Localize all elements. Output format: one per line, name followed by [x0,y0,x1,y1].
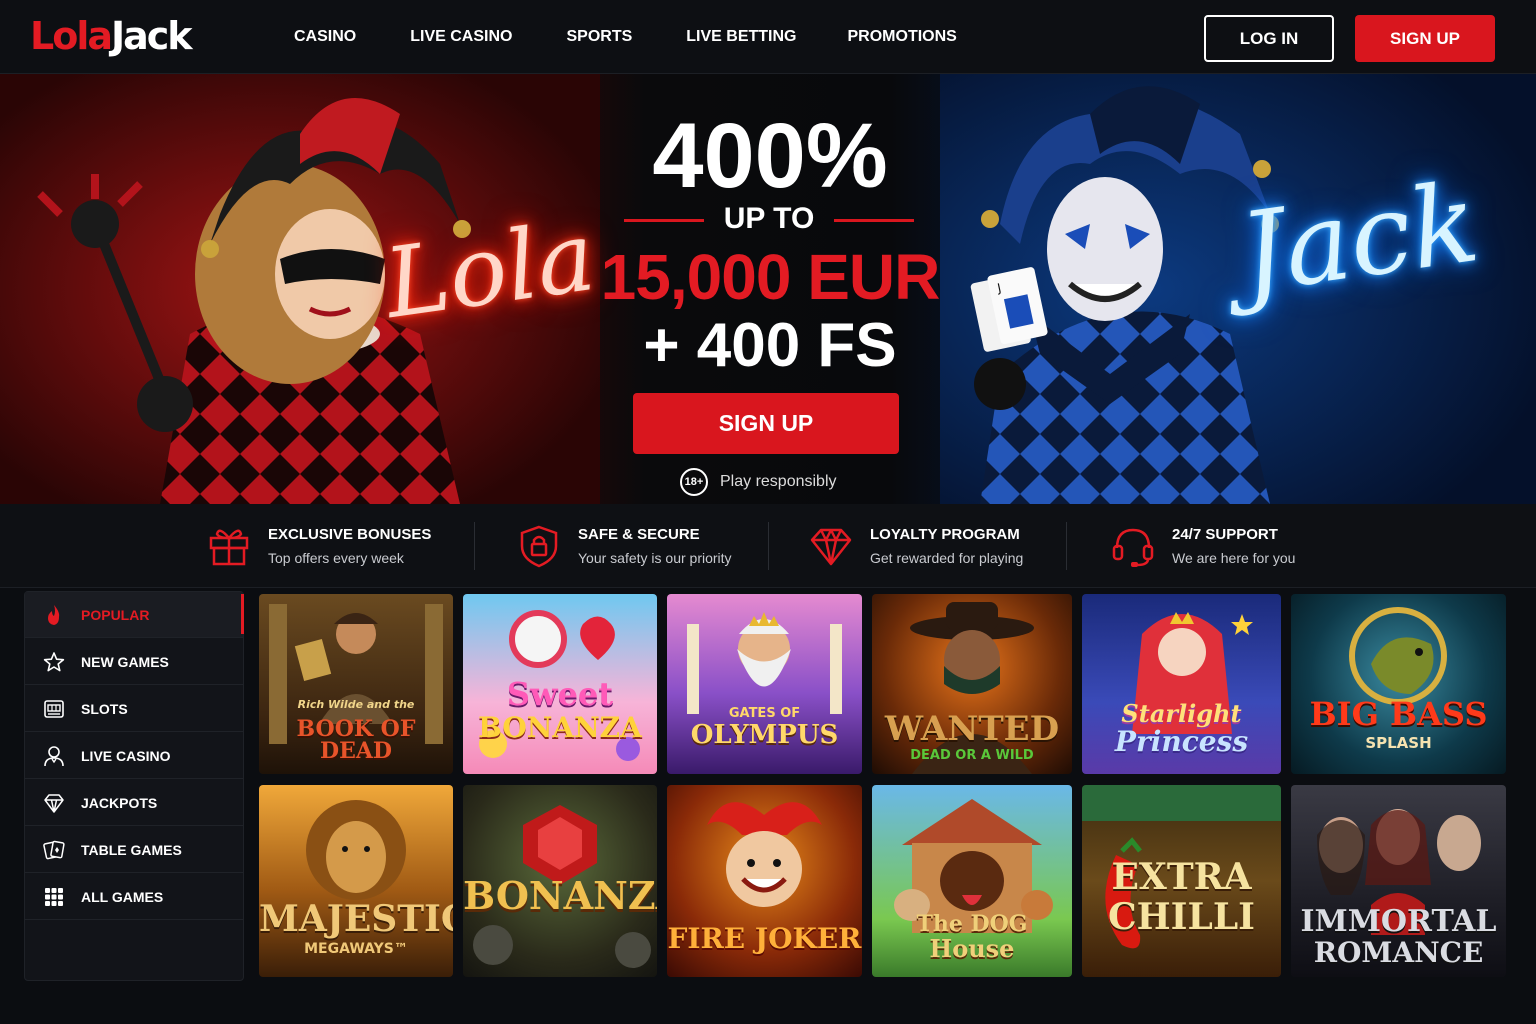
feature-title: LOYALTY PROGRAM [870,526,1020,543]
nav-live-betting[interactable]: LIVE BETTING [686,28,796,46]
cards-icon [43,840,65,860]
bonus-percent: 400% [652,105,888,207]
game-title: IMMORTAL [1300,904,1497,939]
game-title: BONANZA [463,873,657,918]
game-title: BOOK OF DEAD [296,716,416,764]
game-tile-bonanza[interactable]: BONANZA [463,785,657,977]
star-icon [43,652,65,672]
sidebar-item-label: POPULAR [81,607,150,623]
game-title: The DOG [916,911,1028,937]
sidebar-item-table-games[interactable]: TABLE GAMES [25,827,243,873]
game-tile-big-bass-splash[interactable]: BIG BASS SPLASH [1291,594,1506,774]
feature-divider [474,522,475,570]
game-title: WANTED [884,709,1060,749]
game-title: Sweet [506,675,614,713]
slot-machine-icon [44,700,64,718]
sidebar-item-label: NEW GAMES [81,654,169,670]
features-bar: EXCLUSIVE BONUSES Top offers every week … [0,504,1536,588]
game-subtitle: BONANZA [478,711,642,744]
game-subtitle: SPLASH [1365,734,1432,752]
game-subtitle: CHILLI [1108,896,1255,938]
login-button[interactable]: LOG IN [1204,15,1334,62]
game-tile-majestic-megaways[interactable]: MAJESTIC MEGAWAYS™ [259,785,453,977]
category-sidebar: POPULAR NEW GAMES SLOTS LIVE CASINO JACK… [24,591,244,981]
up-to-row: UP TO [624,202,914,236]
grid-icon [45,888,63,906]
hero-signup-button[interactable]: SIGN UP [633,393,899,454]
headset-icon [1112,528,1154,567]
nav-sports[interactable]: SPORTS [566,28,632,46]
sidebar-item-label: ALL GAMES [81,889,164,905]
game-tile-wanted-dead-or-a-wild[interactable]: WANTED DEAD OR A WILD [872,594,1072,774]
diamond-icon [810,528,852,566]
game-tile-the-dog-house[interactable]: The DOG House [872,785,1072,977]
feature-subtitle: Get rewarded for playing [870,550,1024,566]
shield-lock-icon [520,525,558,568]
bonus-offer: 400% UP TO 15,000 EUR + 400 FS SIGN UP 1… [600,74,940,504]
main-nav: CASINO LIVE CASINO SPORTS LIVE BETTING P… [294,28,957,46]
game-title: OLYMPUS [690,720,839,750]
diamond-icon [44,794,64,813]
sidebar-item-label: SLOTS [81,701,128,717]
feature-divider [1066,522,1067,570]
game-tile-starlight-princess[interactable]: Starlight Princess [1082,594,1281,774]
header-signup-button[interactable]: SIGN UP [1355,15,1495,62]
dealer-icon [44,746,64,767]
sidebar-item-popular[interactable]: POPULAR [25,592,244,638]
feature-divider [768,522,769,570]
game-title: BIG BASS [1309,695,1488,733]
top-header: LolaJack CASINO LIVE CASINO SPORTS LIVE … [0,0,1536,74]
nav-promotions[interactable]: PROMOTIONS [848,28,957,46]
sidebar-item-new-games[interactable]: NEW GAMES [25,639,243,685]
feature-subtitle: We are here for you [1172,550,1296,566]
logo-part-lola: Lola [30,14,113,58]
game-subtitle: GATES OF [728,706,801,721]
game-title: MAJESTIC [259,898,453,940]
logo-part-jack: Jack [111,14,193,58]
game-tile-sweet-bonanza[interactable]: Sweet BONANZA [463,594,657,774]
nav-casino[interactable]: CASINO [294,28,356,46]
game-tile-fire-joker[interactable]: FIRE JOKER [667,785,862,977]
game-title: FIRE JOKER [667,922,862,955]
responsible-text: Play responsibly [720,473,837,490]
feature-subtitle: Top offers every week [268,550,404,566]
feature-subtitle: Your safety is our priority [578,550,732,566]
site-logo[interactable]: LolaJack [30,14,193,58]
sidebar-item-jackpots[interactable]: JACKPOTS [25,780,243,826]
game-subtitle: House [929,934,1015,963]
game-tile-extra-chilli[interactable]: EXTRA CHILLI [1082,785,1281,977]
divider-right [834,219,914,222]
game-tile-immortal-romance[interactable]: IMMORTAL ROMANCE [1291,785,1506,977]
sidebar-item-slots[interactable]: SLOTS [25,686,243,732]
nav-live-casino[interactable]: LIVE CASINO [410,28,512,46]
sidebar-item-live-casino[interactable]: LIVE CASINO [25,733,243,779]
game-subtitle: DEAD OR A WILD [910,748,1034,763]
game-title: Starlight [1121,699,1242,728]
sidebar-item-label: JACKPOTS [81,795,158,811]
feature-title: 24/7 SUPPORT [1172,526,1278,543]
fire-icon [48,605,60,625]
game-subtitle: ROMANCE [1313,936,1484,969]
hero-banner: Lola J Jack 400% UP TO 15,000 EUR + 400 … [0,74,1536,504]
sidebar-item-all-games[interactable]: ALL GAMES [25,874,243,920]
game-tile-book-of-dead[interactable]: Rich Wilde and the BOOK OF DEAD [259,594,453,774]
free-spins: + 400 FS [643,311,897,380]
game-tile-gates-of-olympus[interactable]: GATES OF OLYMPUS [667,594,862,774]
game-subtitle: Princess [1114,725,1249,758]
bonus-amount: 15,000 EUR [600,241,941,313]
sidebar-item-label: TABLE GAMES [81,842,182,858]
sidebar-item-label: LIVE CASINO [81,748,171,764]
feature-title: SAFE & SECURE [578,526,700,543]
game-subtitle: MEGAWAYS™ [304,941,408,957]
game-subtitle: Rich Wilde and the [297,698,415,711]
age-18-badge-icon: 18+ [680,468,708,496]
gift-icon [209,529,249,566]
feature-title: EXCLUSIVE BONUSES [268,526,432,543]
responsible-gaming[interactable]: 18+ Play responsibly [680,467,837,497]
game-title: EXTRA [1111,856,1252,898]
